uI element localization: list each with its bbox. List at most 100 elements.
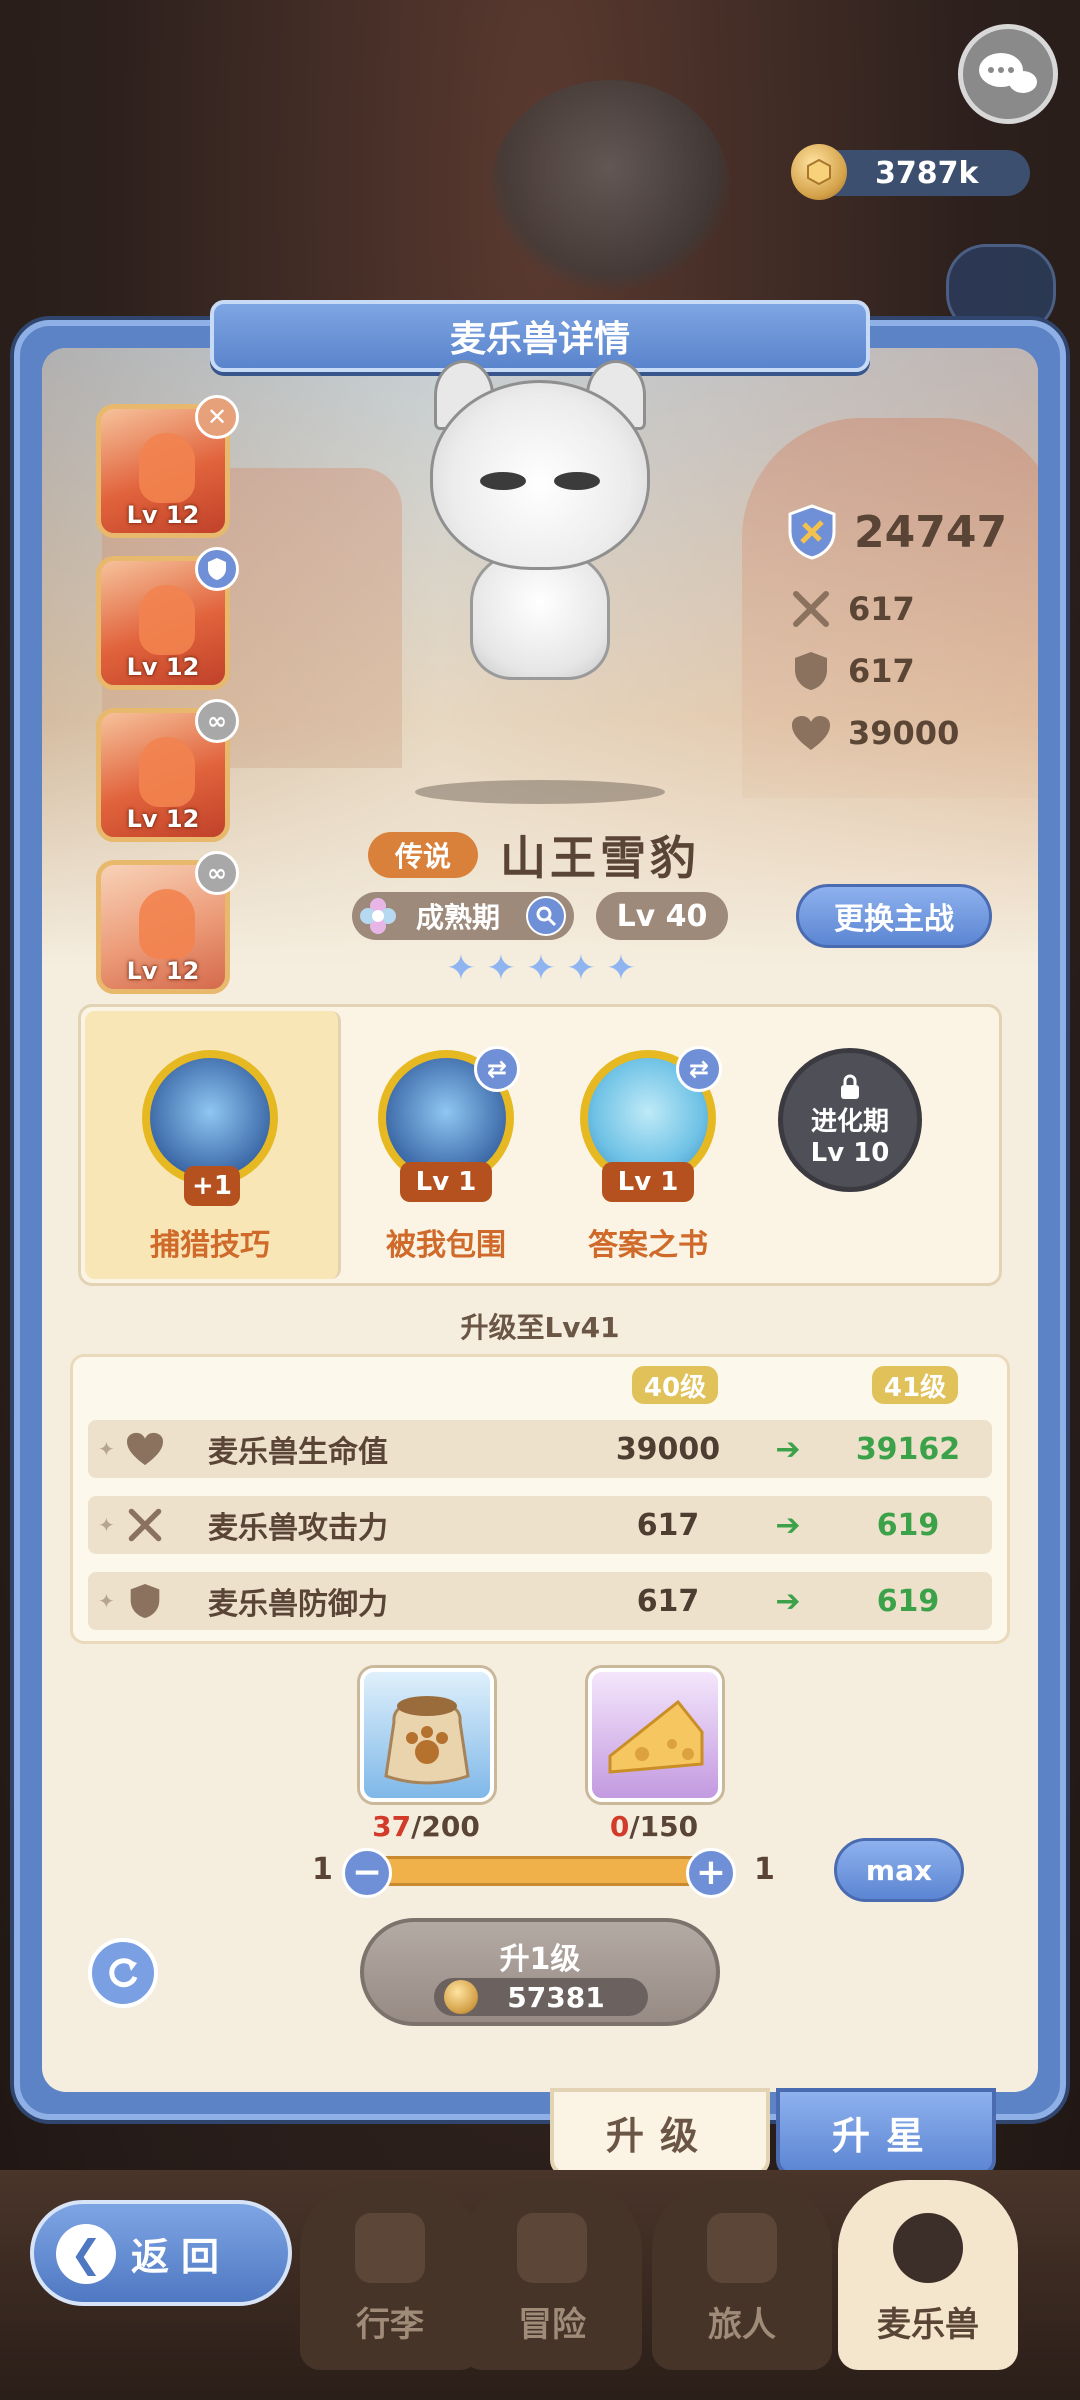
star-icon: ✦ [565, 948, 597, 989]
row-label: 麦乐兽生命值 [208, 1435, 388, 1470]
swords-icon [124, 1504, 166, 1546]
table-row: ✦ 麦乐兽生命值 39000 ➔ 39162 [88, 1420, 992, 1478]
skill-level-badge: Lv 1 [602, 1162, 694, 1202]
star-icon: ✦ [605, 948, 637, 989]
back-arrow-icon: ❮ [56, 2224, 116, 2284]
magnifier-icon[interactable] [526, 896, 566, 936]
quantity-slider[interactable] [360, 1856, 710, 1886]
next-level-header: 41级 [872, 1366, 958, 1404]
pet-level-text: Lv 40 [616, 898, 708, 934]
rarity-badge: 传说 [368, 832, 478, 878]
tab-star-label: 升星 [831, 2113, 940, 2158]
pet-model[interactable] [410, 360, 670, 690]
cheese-item[interactable] [588, 1668, 722, 1802]
upgrade-button-label: 升1级 [499, 1942, 581, 1977]
row-next: 619 [876, 1583, 940, 1619]
decrease-button[interactable]: − [342, 1848, 392, 1898]
swords-icon [788, 586, 834, 632]
tab-upgrade[interactable]: 升级 [550, 2088, 770, 2176]
switch-main-button[interactable]: 更换主战 [796, 884, 992, 948]
swap-icon[interactable]: ⇄ [676, 1046, 722, 1092]
power-value: 24747 [854, 506, 1008, 558]
arrow-right-icon: ➔ [775, 1431, 801, 1467]
defense-stat: 617 [788, 648, 915, 694]
attack-stat: 617 [788, 586, 915, 632]
attack-value: 617 [848, 590, 915, 628]
max-button[interactable]: max [834, 1838, 964, 1902]
nav-item-luggage[interactable]: 行李 [300, 2180, 480, 2370]
tab-star-up[interactable]: 升星 [776, 2088, 996, 2176]
row-bullet: ✦ [98, 1437, 115, 1461]
pet-face-icon [893, 2213, 963, 2283]
pet-eye-left [480, 472, 526, 490]
party-slot-2[interactable]: Lv 12 [96, 547, 239, 690]
skill-bonus-text: +1 [192, 1171, 232, 1201]
reset-button[interactable] [88, 1938, 158, 2008]
nav-item-traveler[interactable]: 旅人 [652, 2180, 832, 2370]
nav-item-label: 行李 [356, 2305, 424, 2345]
coin-icon [791, 144, 847, 200]
cheese-icon [608, 1699, 704, 1774]
row-current: 39000 [615, 1431, 721, 1467]
defense-value: 617 [848, 652, 915, 690]
traveler-icon [707, 2213, 777, 2283]
chat-bubbles-icon [979, 53, 1037, 93]
skill-level-text: Lv 1 [617, 1167, 679, 1197]
party-pet-portrait [139, 889, 195, 959]
current-level-header: 40级 [632, 1366, 718, 1404]
party-slot-1[interactable]: Lv 12 ✕ [96, 395, 239, 538]
upgrade-cost-value: 57381 [507, 1980, 605, 2014]
arrow-right-icon: ➔ [775, 1507, 801, 1543]
back-button[interactable]: ❮ 返回 [30, 2200, 292, 2306]
food-bag-need: /200 [411, 1810, 480, 1843]
party-pet-portrait [139, 585, 195, 655]
max-button-label: max [865, 1853, 933, 1887]
shield-icon [788, 648, 834, 694]
panel-title-text: 麦乐兽详情 [449, 319, 630, 360]
increase-button[interactable]: + [686, 1848, 736, 1898]
row-next: 619 [876, 1507, 940, 1543]
row-label: 麦乐兽防御力 [208, 1587, 388, 1622]
shield-icon [195, 547, 239, 591]
swap-icon[interactable]: ⇄ [474, 1046, 520, 1092]
skill-name: 被我包围 [386, 1228, 506, 1263]
table-row: ✦ 麦乐兽攻击力 617 ➔ 619 [88, 1496, 992, 1554]
heart-icon [124, 1428, 166, 1470]
upgrade-button[interactable]: 升1级 57381 [360, 1918, 720, 2026]
locked-skill-stage: 进化期 [810, 1106, 889, 1137]
coin-balance: 3787k [791, 144, 1030, 200]
nav-item-pets[interactable]: 麦乐兽 [838, 2180, 1018, 2370]
skill-name: 捕猎技巧 [150, 1228, 270, 1263]
party-slot-3[interactable]: Lv 12 ∞ [96, 699, 239, 842]
party-slot-4[interactable]: Lv 12 ∞ [96, 851, 239, 994]
pet-head [430, 380, 650, 570]
food-bag-icon [384, 1696, 470, 1785]
cheese-need: /150 [629, 1810, 699, 1843]
party-slot-level: Lv 12 [126, 501, 200, 529]
row-bullet: ✦ [98, 1513, 115, 1537]
slider-min-value: 1 [312, 1852, 333, 1887]
row-label: 麦乐兽攻击力 [208, 1511, 388, 1546]
link-icon: ∞ [195, 699, 239, 743]
table-row: ✦ 麦乐兽防御力 617 ➔ 619 [88, 1572, 992, 1630]
cheese-have: 0 [609, 1810, 630, 1843]
pet-shadow [415, 780, 665, 804]
skill-level-badge: Lv 1 [400, 1162, 492, 1202]
nav-item-adventure[interactable]: 冒险 [462, 2180, 642, 2370]
growth-stage: 成熟期 [352, 892, 574, 940]
star-icon: ✦ [485, 948, 517, 989]
locked-skill-slot[interactable]: 进化期 Lv 10 [778, 1048, 922, 1192]
skill-bonus-badge: +1 [184, 1166, 240, 1206]
crossed-swords-icon [517, 2213, 587, 2283]
party-slot-level: Lv 12 [126, 653, 200, 681]
food-bag-item[interactable] [360, 1668, 494, 1802]
chat-button[interactable] [958, 24, 1058, 124]
party-slot-level: Lv 12 [126, 805, 200, 833]
coin-icon [444, 1980, 478, 2014]
luggage-icon [355, 2213, 425, 2283]
party-slot-level: Lv 12 [126, 957, 200, 985]
row-bullet: ✦ [98, 1589, 115, 1613]
switch-main-label: 更换主战 [834, 902, 954, 937]
remove-icon[interactable]: ✕ [195, 395, 239, 439]
food-bag-count: 37/200 [336, 1810, 516, 1843]
